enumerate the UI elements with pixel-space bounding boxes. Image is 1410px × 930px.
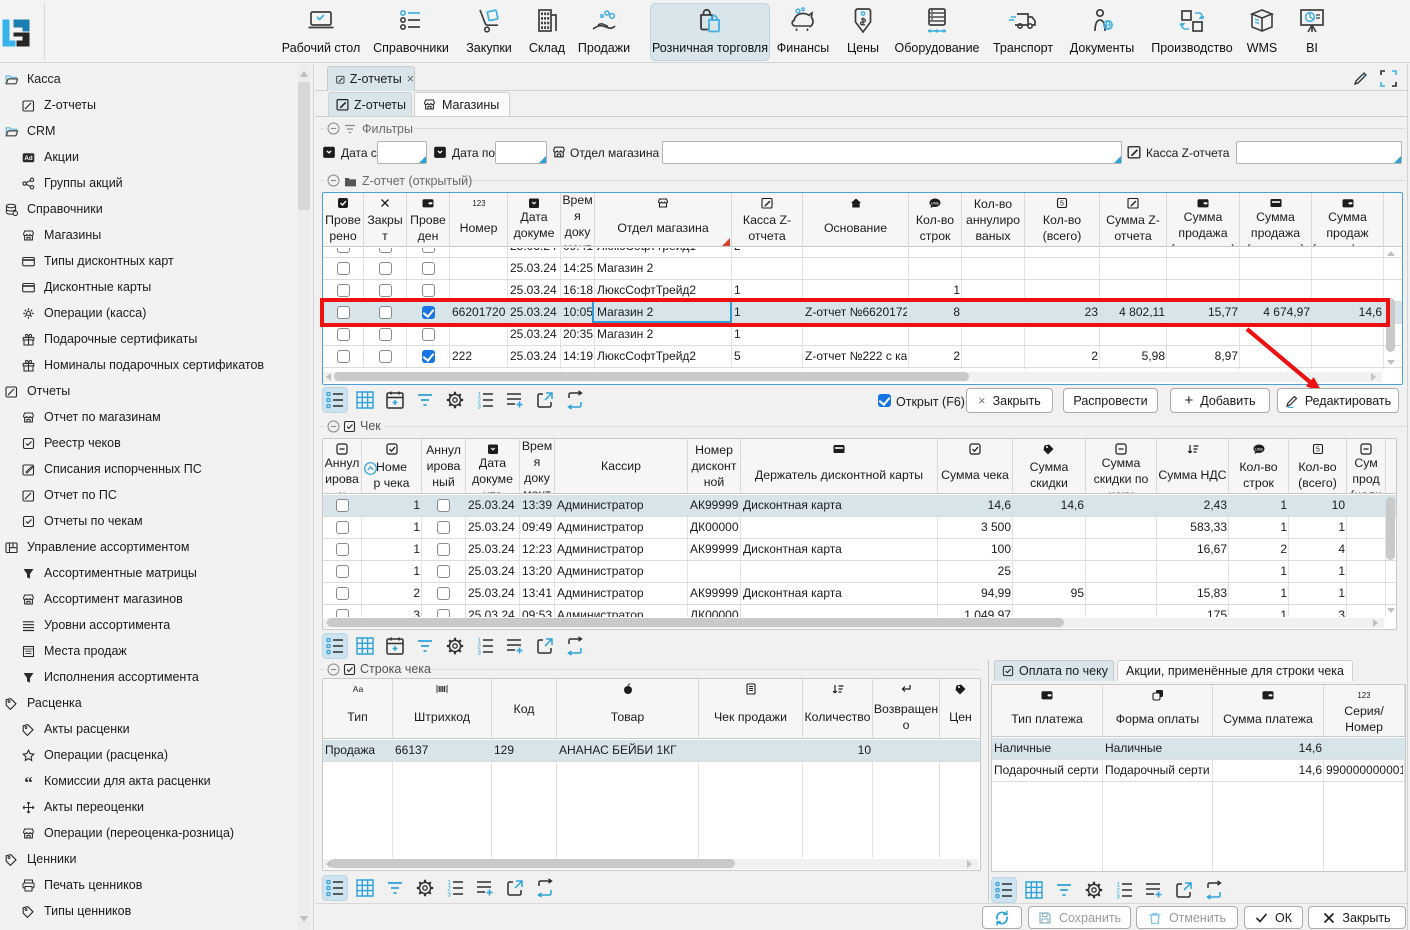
svg-text:5: 5 [1316,447,1320,454]
svg-text:UNE: UNE [1254,447,1263,452]
svg-text:3: 3 [448,893,452,899]
svg-text:3: 3 [478,405,482,411]
svg-text:123: 123 [473,199,485,208]
svg-text:UNE: UNE [931,201,940,206]
svg-text:3: 3 [1117,895,1121,901]
svg-text:Ad: Ad [24,155,32,162]
svg-text:3: 3 [478,651,482,657]
svg-text:123: 123 [1358,691,1370,700]
svg-text:“: “ [24,775,33,788]
svg-text:Aa: Aa [352,684,363,694]
svg-text:5: 5 [1060,201,1064,208]
